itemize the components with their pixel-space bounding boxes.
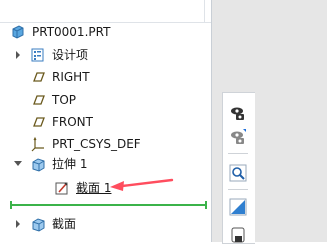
part-icon [10,24,26,40]
design-items-icon [30,47,46,63]
toolbar-separator [228,153,248,154]
tree-item-right-plane[interactable]: RIGHT [30,67,90,87]
model-tree-header [0,0,211,23]
tree-item-sketch-1[interactable]: 截面 1 [54,178,111,198]
expand-arrow-icon[interactable] [14,51,22,59]
display-style-icon[interactable] [229,198,247,216]
insert-here-line[interactable] [10,201,207,209]
collapse-arrow-icon[interactable] [14,160,22,168]
datum-plane-icon [30,69,46,85]
tree-item-csys[interactable]: PRT_CSYS_DEF [30,134,141,154]
hide-camera-icon[interactable] [229,128,247,146]
tree-root-label: PRT0001.PRT [32,25,111,39]
extrude-icon [30,156,46,172]
toolbar-separator [228,189,248,190]
model-tree-panel: PRT0001.PRT 设计项 RIGHT TOP FRONT PRT_CSYS… [0,0,211,242]
tree-item-extrude[interactable]: 拉伸 1 [30,154,87,174]
datum-plane-icon [30,114,46,130]
annotation-arrow-icon [110,178,174,191]
tree-item-top-plane[interactable]: TOP [30,90,76,110]
datum-plane-icon [30,92,46,108]
tree-item-design-items[interactable]: 设计项 [30,45,88,65]
appearance-camera-icon[interactable] [229,104,247,122]
zoom-icon[interactable] [229,164,247,182]
saved-view-icon[interactable] [229,226,247,244]
coordinate-system-icon [30,136,46,152]
sketch-icon [54,180,70,196]
tree-root-part[interactable]: PRT0001.PRT [10,22,110,42]
tree-item-front-plane[interactable]: FRONT [30,112,93,132]
expand-arrow-icon[interactable] [14,220,22,228]
section-icon [30,216,46,232]
tree-item-section[interactable]: 截面 [30,214,76,234]
